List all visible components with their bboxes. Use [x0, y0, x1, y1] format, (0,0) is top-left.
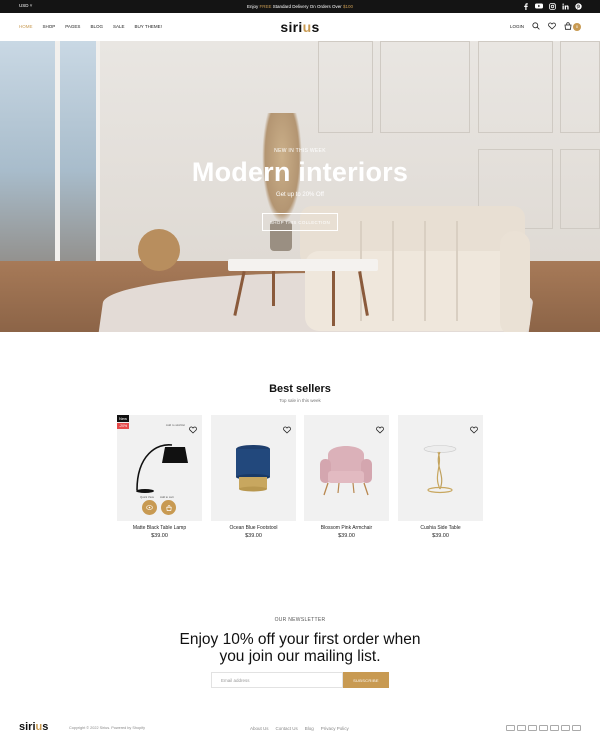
product-price: $39.00: [338, 533, 355, 539]
wishlist-icon[interactable]: [548, 22, 556, 31]
cart-count-badge: 0: [573, 22, 581, 31]
header-actions: LOGIN 0: [510, 22, 581, 31]
announcement-bar: USD ˅ Enjoy FREE Standard Delivery On Or…: [0, 0, 600, 13]
newsletter-kicker: OUR NEWSLETTER: [274, 617, 326, 623]
social-links: [522, 2, 582, 10]
cart-button[interactable]: 0: [564, 22, 581, 31]
logo-text-start: siri: [280, 19, 303, 35]
product-name[interactable]: Blossom Pink Armchair: [304, 525, 389, 531]
wall-panel: [380, 41, 470, 133]
copyright-text: Copyright © 2022 Sirius. Powered by Shop…: [69, 726, 146, 730]
promo-text: Enjoy FREE Standard Delivery On Orders O…: [0, 4, 600, 9]
login-link[interactable]: LOGIN: [510, 24, 524, 29]
subscribe-button[interactable]: SUBSCRIBE: [343, 672, 389, 688]
hero-basket: [138, 229, 180, 271]
quick-view-button[interactable]: [142, 500, 157, 515]
eye-icon: [146, 505, 153, 510]
hero-kicker: NEW IN THIS WEEK: [274, 148, 326, 154]
bestsellers-subtitle: Top sale in this week: [279, 398, 321, 403]
product-name[interactable]: Ocean Blue Footstool: [211, 525, 296, 531]
table-leg: [272, 271, 275, 306]
footer-logo-start: siri: [19, 721, 36, 733]
table-leg: [332, 271, 335, 326]
jcb-icon: [561, 725, 570, 731]
logo-text-end: s: [311, 19, 320, 35]
hero-banner: NEW IN THIS WEEK Modern interiors Get up…: [0, 41, 600, 332]
product-card[interactable]: Blossom Pink Armchair $39.00: [304, 415, 389, 545]
product-price: $39.00: [245, 533, 262, 539]
paypal-icon: [572, 725, 581, 731]
promo-middle: Standard Delivery On Orders Over: [271, 3, 344, 9]
quick-view-tooltip: Quick View: [140, 495, 154, 499]
product-price: $39.00: [151, 533, 168, 539]
add-to-cart-tooltip: Add to cart: [160, 495, 174, 499]
product-card[interactable]: Ocean Blue Footstool $39.00: [211, 415, 296, 545]
footer-links: About Us Contact Us Blog Privacy Policy: [250, 726, 349, 731]
search-icon[interactable]: [532, 22, 540, 31]
bag-icon: [165, 504, 172, 511]
facebook-icon[interactable]: [522, 2, 530, 10]
sofa-rib: [392, 221, 394, 321]
hero-sofa-arm: [500, 231, 530, 332]
sofa-rib: [424, 221, 426, 321]
instagram-icon[interactable]: [548, 2, 556, 10]
sofa-rib: [456, 221, 458, 321]
mastercard-icon: [517, 725, 526, 731]
promo-highlight: FREE: [259, 3, 272, 9]
newsletter-title: Enjoy 10% off your first order when you …: [0, 631, 600, 665]
discover-icon: [550, 725, 559, 731]
heart-icon[interactable]: [470, 421, 478, 434]
product-card[interactable]: Cushia Side Table $39.00: [398, 415, 483, 545]
hero-title: Modern interiors: [191, 157, 409, 187]
newsletter-form: Email address SUBSCRIBE: [211, 672, 389, 688]
product-card[interactable]: New -20% Add to wishlist Quick View Add …: [117, 415, 202, 545]
footer-link-contact[interactable]: Contact Us: [276, 726, 298, 731]
footer-link-privacy[interactable]: Privacy Policy: [321, 726, 349, 731]
footer-logo[interactable]: sirius: [19, 721, 48, 733]
product-name[interactable]: Cushia Side Table: [398, 525, 483, 531]
product-name[interactable]: Matte Black Table Lamp: [117, 525, 202, 531]
email-field[interactable]: Email address: [211, 672, 343, 688]
newsletter-title-line2: you join our mailing list.: [219, 648, 381, 665]
product-price: $39.00: [432, 533, 449, 539]
promo-amount: $100: [343, 3, 354, 9]
heart-icon[interactable]: [189, 421, 197, 434]
site-header: HOME SHOP PAGES BLOG SALE BUY THEME! sir…: [0, 13, 600, 41]
visa-icon: [506, 725, 515, 731]
wall-panel: [318, 41, 373, 133]
youtube-icon[interactable]: [535, 2, 543, 10]
badge-new: New: [117, 415, 130, 422]
linkedin-icon[interactable]: [561, 2, 569, 10]
hero-table: [228, 259, 378, 271]
hero-subtitle: Get up to 20% Off: [276, 192, 324, 198]
wall-panel: [478, 41, 553, 133]
add-to-wishlist-tooltip: Add to wishlist: [165, 423, 185, 427]
footer-link-about[interactable]: About Us: [250, 726, 269, 731]
promo-prefix: Enjoy: [246, 3, 260, 9]
heart-icon[interactable]: [283, 421, 291, 434]
newsletter-title-line1: Enjoy 10% off your first order when: [179, 631, 421, 648]
diners-icon: [539, 725, 548, 731]
pinterest-icon[interactable]: [574, 2, 582, 10]
footer-link-blog[interactable]: Blog: [305, 726, 314, 731]
shop-collection-button[interactable]: SHOP THIS COLLECTION: [262, 213, 338, 231]
product-carousel: New -20% Add to wishlist Quick View Add …: [117, 415, 483, 545]
add-to-cart-button[interactable]: [161, 500, 176, 515]
cart-icon: [564, 22, 572, 31]
bestsellers-title: Best sellers: [269, 383, 331, 395]
payment-icons: [506, 725, 581, 731]
heart-icon[interactable]: [376, 421, 384, 434]
badge-sale: -20%: [117, 423, 130, 429]
amex-icon: [528, 725, 537, 731]
footer-logo-end: s: [42, 721, 49, 733]
wall-panel: [560, 41, 600, 133]
